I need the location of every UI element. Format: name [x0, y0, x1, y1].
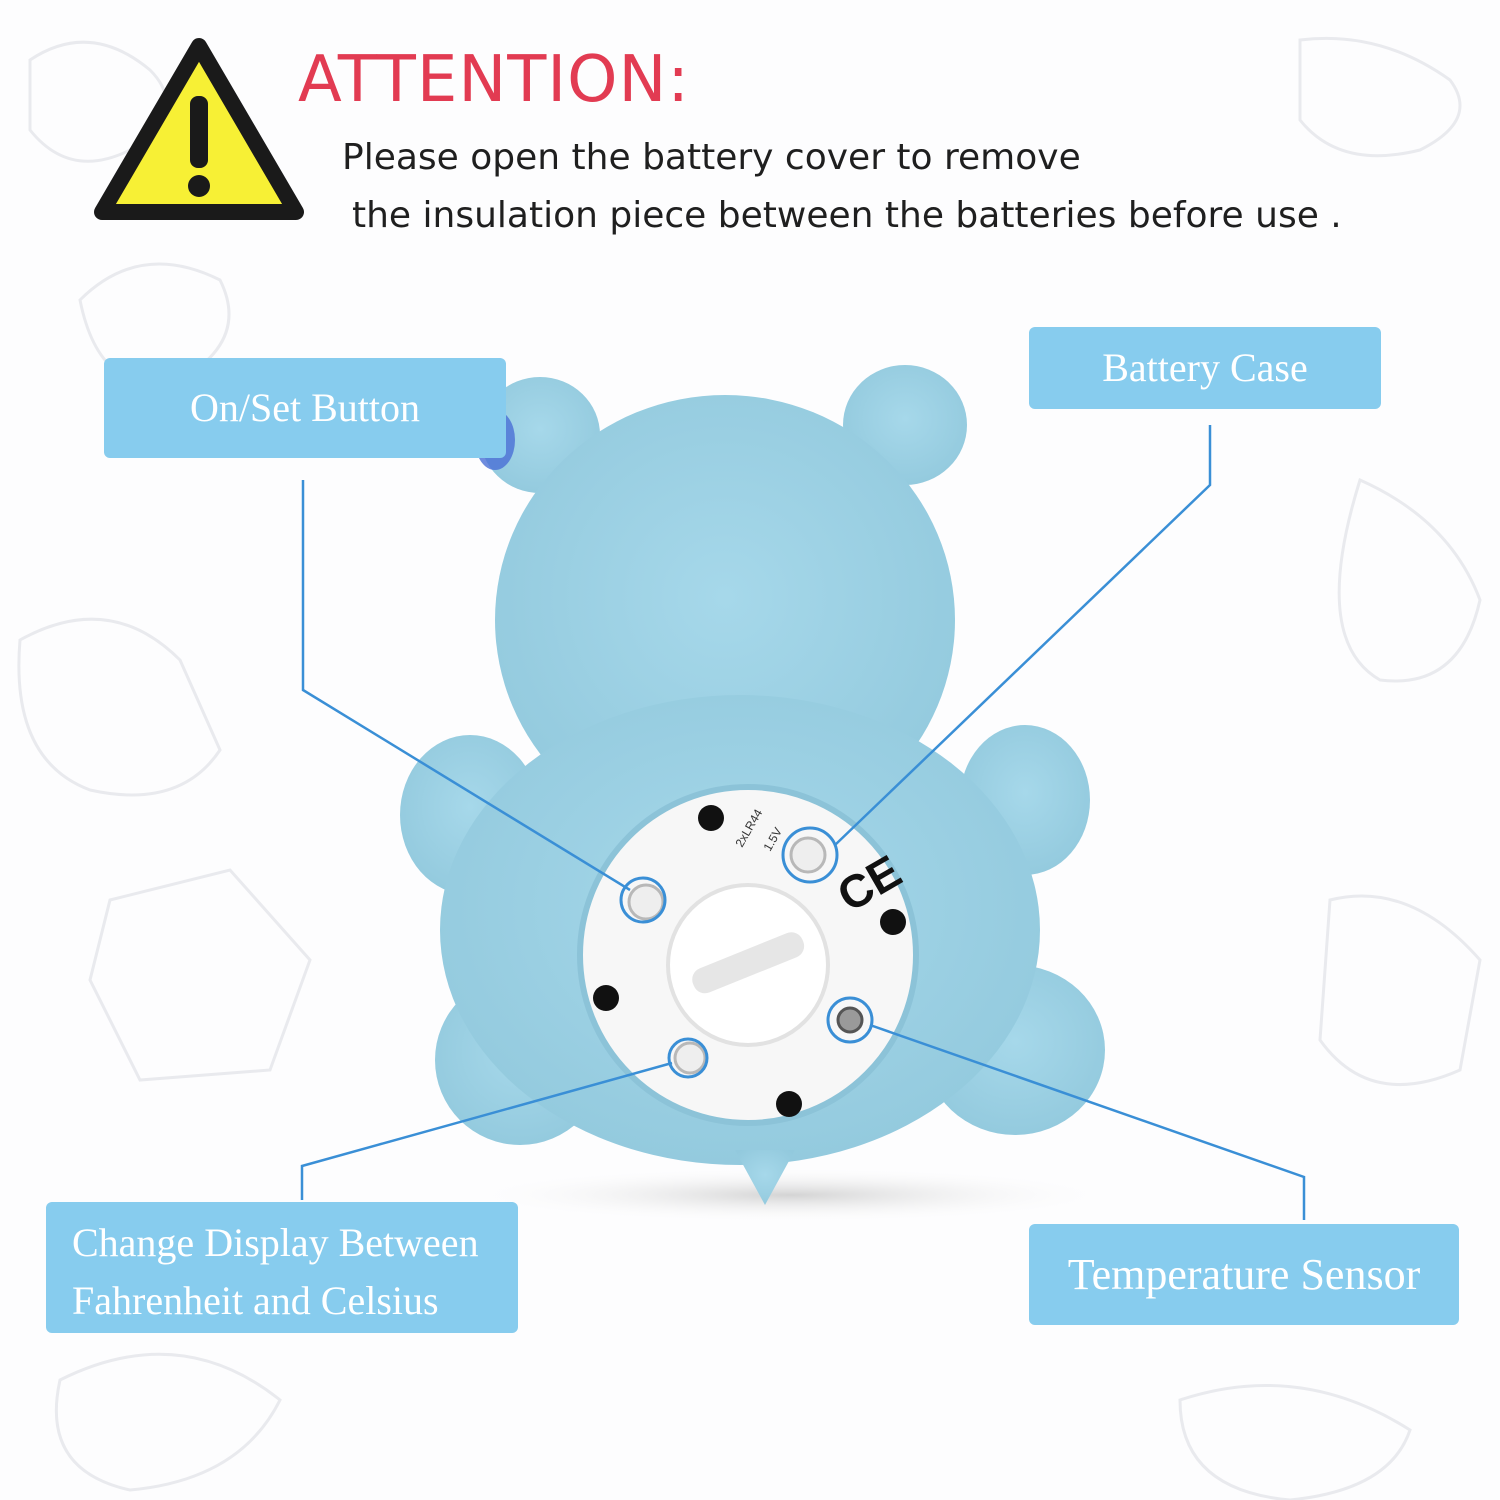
label-change-display: Change Display Between Fahrenheit and Ce…	[46, 1202, 518, 1333]
temperature-sensor-dot	[836, 1006, 864, 1034]
label-temperature-sensor: Temperature Sensor	[1029, 1224, 1459, 1325]
label-change-display-line-1: Change Display Between	[72, 1220, 479, 1265]
label-change-display-line-2: Fahrenheit and Celsius	[72, 1278, 439, 1323]
label-battery-case: Battery Case	[1029, 327, 1381, 409]
label-on-set-button: On/Set Button	[104, 358, 506, 458]
ground-shadow	[460, 1167, 1120, 1223]
